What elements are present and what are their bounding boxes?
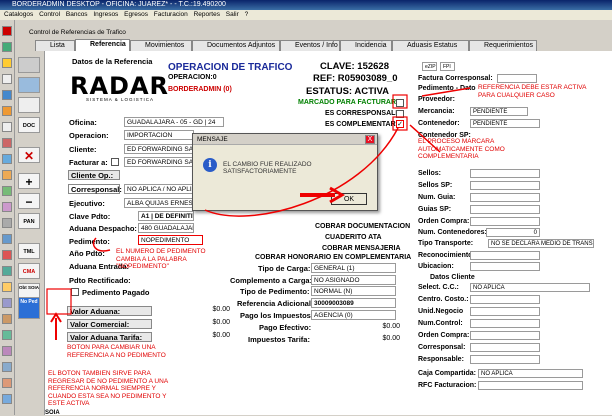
highlight-marcado bbox=[392, 94, 408, 109]
annotation-arrows bbox=[46, 87, 471, 340]
arrow-pedimento bbox=[92, 237, 111, 252]
highlight-complementaria bbox=[392, 116, 408, 131]
arrow-complementaria bbox=[204, 127, 399, 217]
highlight-no-ped bbox=[46, 288, 72, 315]
arrow-activa bbox=[421, 87, 471, 97]
arrow-proceso bbox=[409, 124, 441, 153]
